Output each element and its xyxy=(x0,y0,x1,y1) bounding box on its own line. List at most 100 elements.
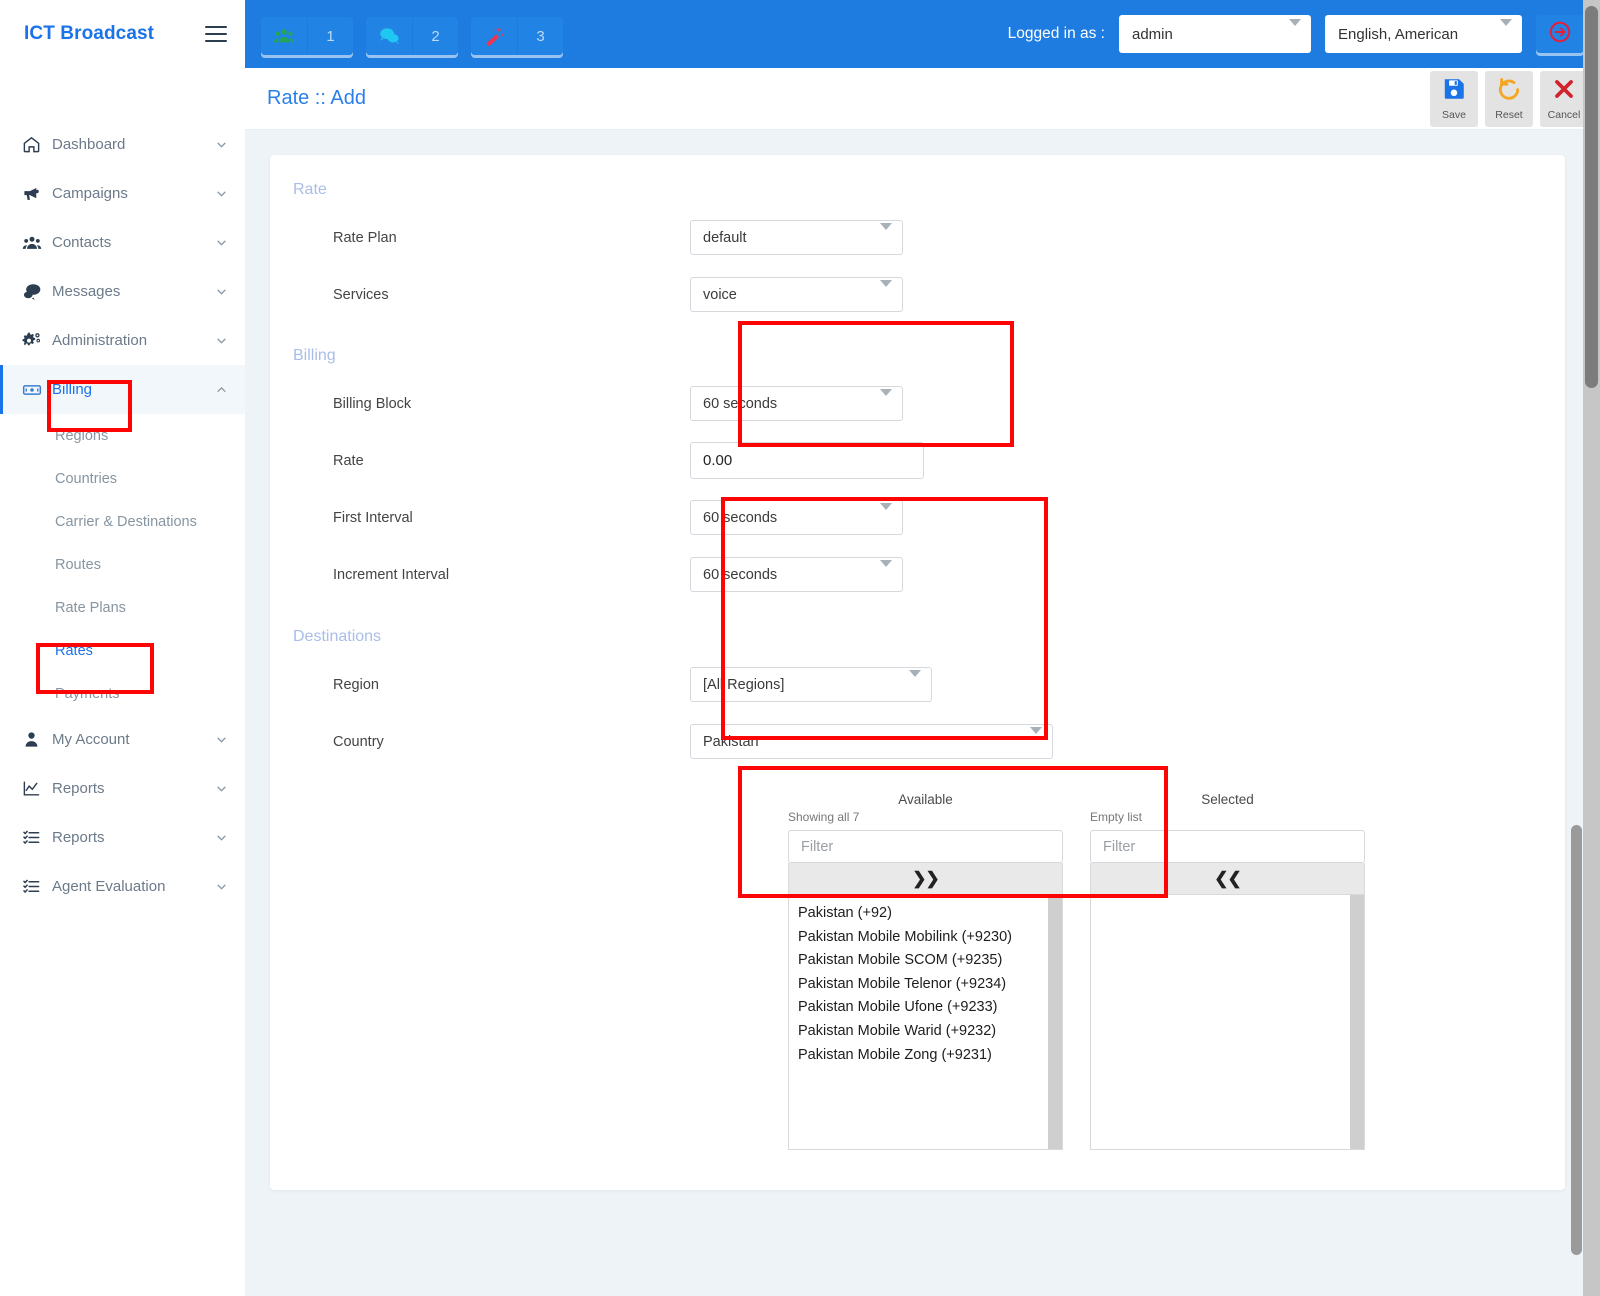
badge-messages[interactable]: 2 xyxy=(366,17,458,55)
country-select[interactable]: Pakistan xyxy=(690,724,1053,759)
megaphone-icon xyxy=(22,184,52,203)
badge-count: 1 xyxy=(307,17,353,55)
sidebar-subitem-rate-plans[interactable]: Rate Plans xyxy=(0,586,245,629)
cancel-button[interactable]: Cancel xyxy=(1540,70,1588,127)
services-value: voice xyxy=(703,286,737,303)
sidebar-item-administration[interactable]: Administration xyxy=(0,316,245,365)
badge-tools[interactable]: 3 xyxy=(471,17,563,55)
sidebar-item-label: Reports xyxy=(52,829,105,846)
services-select[interactable]: voice xyxy=(690,277,903,312)
logged-in-label: Logged in as : xyxy=(1007,25,1105,42)
sidebar-subitem-rates[interactable]: Rates xyxy=(0,629,245,672)
increment-interval-value: 60 seconds xyxy=(703,566,778,583)
sidebar-item-reports-list[interactable]: Reports xyxy=(0,813,245,862)
money-note-icon xyxy=(22,380,52,400)
hamburger-icon[interactable] xyxy=(205,25,227,43)
available-list-scrollbar[interactable] xyxy=(1048,895,1062,1149)
region-select[interactable]: [All Regions] xyxy=(690,667,932,702)
sidebar-subitem-payments[interactable]: Payments xyxy=(0,672,245,715)
undo-arrow-icon xyxy=(1496,76,1522,107)
sidebar-item-my-account[interactable]: My Account xyxy=(0,715,245,764)
sidebar: ICT Broadcast Dashboard Campaigns Contac… xyxy=(0,0,245,1296)
sidebar-item-messages[interactable]: Messages xyxy=(0,267,245,316)
move-left-button[interactable]: ❮❮ xyxy=(1090,863,1365,895)
first-interval-select[interactable]: 60 seconds xyxy=(690,500,903,535)
sidebar-subitem-label: Payments xyxy=(55,685,120,702)
page-scrollbar-thumb[interactable] xyxy=(1585,6,1598,388)
first-interval-label: First Interval xyxy=(333,509,413,526)
selected-list-body[interactable] xyxy=(1090,895,1365,1150)
header-badges: 1 2 3 xyxy=(261,13,563,55)
field-row-billing-block: Billing Block 60 seconds xyxy=(270,375,1565,432)
home-icon xyxy=(22,135,52,154)
first-interval-value: 60 seconds xyxy=(703,509,778,526)
reset-button-label: Reset xyxy=(1495,109,1523,121)
available-items: Pakistan (+92) Pakistan Mobile Mobilink (… xyxy=(789,895,1048,1149)
save-button[interactable]: Save xyxy=(1430,70,1478,127)
country-label: Country xyxy=(333,733,384,750)
rate-plan-value: default xyxy=(703,229,747,246)
sidebar-item-campaigns[interactable]: Campaigns xyxy=(0,169,245,218)
sidebar-subitem-routes[interactable]: Routes xyxy=(0,543,245,586)
sidebar-item-dashboard[interactable]: Dashboard xyxy=(0,120,245,169)
available-list-status: Showing all 7 xyxy=(788,810,860,824)
selected-filter-input[interactable]: Filter xyxy=(1090,830,1365,863)
logout-button[interactable] xyxy=(1536,15,1584,53)
selected-items xyxy=(1091,895,1350,1149)
sidebar-subitem-regions[interactable]: Regions xyxy=(0,414,245,457)
available-list-body[interactable]: Pakistan (+92) Pakistan Mobile Mobilink (… xyxy=(788,895,1063,1150)
sidebar-item-label: Billing xyxy=(52,381,93,398)
list-item[interactable]: Pakistan Mobile Zong (+9231) xyxy=(798,1044,1048,1068)
inner-scrollbar[interactable] xyxy=(1570,130,1583,1296)
chevron-down-icon xyxy=(215,782,245,795)
chat-bubbles-icon xyxy=(366,17,412,55)
cancel-button-label: Cancel xyxy=(1547,109,1581,121)
header-right-controls: Logged in as : admin English, American xyxy=(1008,15,1590,53)
sidebar-item-contacts[interactable]: Contacts xyxy=(0,218,245,267)
region-label: Region xyxy=(333,676,379,693)
rate-input[interactable]: 0.00 xyxy=(690,442,924,479)
badge-contacts[interactable]: 1 xyxy=(261,17,353,55)
sidebar-subitem-countries[interactable]: Countries xyxy=(0,457,245,500)
chevron-down-icon xyxy=(880,388,892,412)
sidebar-subitem-carrier-destinations[interactable]: Carrier & Destinations xyxy=(0,500,245,543)
contacts-group-icon xyxy=(261,17,307,55)
chevron-down-icon xyxy=(215,880,245,893)
language-select[interactable]: English, American xyxy=(1325,15,1522,53)
user-select[interactable]: admin xyxy=(1119,15,1311,53)
selected-list-scrollbar[interactable] xyxy=(1350,895,1364,1149)
available-filter-placeholder: Filter xyxy=(801,838,834,855)
field-row-country: Country Pakistan xyxy=(270,713,1565,770)
sidebar-item-agent-evaluation[interactable]: Agent Evaluation xyxy=(0,862,245,911)
billing-block-label: Billing Block xyxy=(333,395,412,412)
billing-block-select[interactable]: 60 seconds xyxy=(690,386,903,421)
sidebar-item-billing[interactable]: Billing xyxy=(0,365,245,414)
page-scrollbar[interactable] xyxy=(1583,0,1600,1296)
move-right-button[interactable]: ❯❯ xyxy=(788,863,1063,895)
chevron-down-icon xyxy=(215,285,245,298)
page-actions: Save Reset Cancel xyxy=(1430,70,1588,127)
inner-scrollbar-thumb[interactable] xyxy=(1571,825,1582,1255)
billing-block-value: 60 seconds xyxy=(703,395,778,412)
increment-interval-select[interactable]: 60 seconds xyxy=(690,557,903,592)
field-row-region: Region [All Regions] xyxy=(270,656,1565,713)
field-row-rate-plan: Rate Plan default xyxy=(270,209,1565,266)
rate-plan-select[interactable]: default xyxy=(690,220,903,255)
language-select-value: English, American xyxy=(1338,25,1459,43)
chevron-down-icon xyxy=(1273,18,1301,43)
list-item[interactable]: Pakistan Mobile SCOM (+9235) xyxy=(798,949,1048,973)
list-item[interactable]: Pakistan (+92) xyxy=(798,902,1048,926)
chevron-down-icon xyxy=(215,334,245,347)
cross-x-icon xyxy=(1551,76,1577,107)
chat-icon xyxy=(22,282,52,302)
destination-dual-list: Available Showing all 7 Filter ❯❯ Pakist… xyxy=(788,792,1365,1150)
available-filter-input[interactable]: Filter xyxy=(788,830,1063,863)
sidebar-item-label: Agent Evaluation xyxy=(52,878,166,895)
sidebar-item-reports-chart[interactable]: Reports xyxy=(0,764,245,813)
reset-button[interactable]: Reset xyxy=(1485,70,1533,127)
list-item[interactable]: Pakistan Mobile Mobilink (+9230) xyxy=(798,926,1048,950)
list-item[interactable]: Pakistan Mobile Ufone (+9233) xyxy=(798,996,1048,1020)
list-item[interactable]: Pakistan Mobile Telenor (+9234) xyxy=(798,973,1048,997)
list-item[interactable]: Pakistan Mobile Warid (+9232) xyxy=(798,1020,1048,1044)
section-title-rate: Rate xyxy=(293,181,327,198)
